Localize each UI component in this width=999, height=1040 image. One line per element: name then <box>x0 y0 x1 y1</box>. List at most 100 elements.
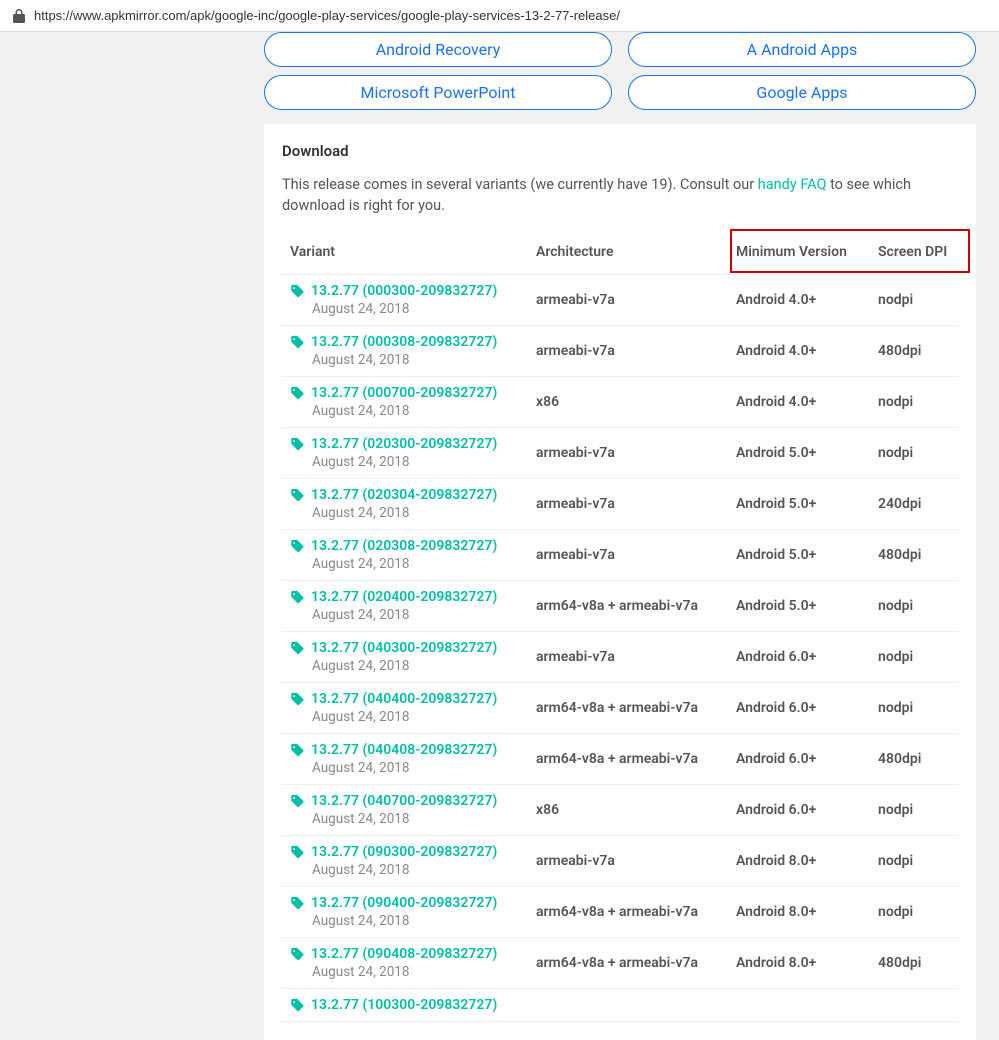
dpi-cell: nodpi <box>878 394 958 410</box>
variant-name[interactable]: 13.2.77 (040300-209832727) <box>311 640 497 656</box>
tag-icon <box>290 386 305 401</box>
table-row: 13.2.77 (040408-209832727)August 24, 201… <box>282 734 958 785</box>
variant-link[interactable]: 13.2.77 (040400-209832727) <box>290 691 536 707</box>
min-version-cell: Android 6.0+ <box>736 700 878 716</box>
min-version-cell: Android 8.0+ <box>736 904 878 920</box>
arch-cell: armeabi-v7a <box>536 496 736 512</box>
dpi-cell: nodpi <box>878 598 958 614</box>
pill-row-2: Microsoft PowerPoint Google Apps <box>264 75 976 110</box>
tag-icon <box>290 794 305 809</box>
table-row: 13.2.77 (090400-209832727) August 24, 201… <box>282 887 958 938</box>
table-row: 13.2.77 (020300-209832727) August 24, 201… <box>282 428 958 479</box>
min-version-cell: Android 5.0+ <box>736 445 878 461</box>
table-row: 13.2.77 (000300-209832727)August 24, 201… <box>282 275 958 326</box>
table-row: 13.2.77 (020304-209832727)August 24, 201… <box>282 479 958 530</box>
arch-cell: arm64-v8a + armeabi-v7a <box>536 598 736 614</box>
tag-icon <box>290 998 305 1013</box>
variant-name[interactable]: 13.2.77 (040700-209832727) <box>311 793 497 809</box>
variant-cell: 13.2.77 (090408-209832727)August 24, 201… <box>282 946 536 980</box>
tag-icon <box>290 947 305 962</box>
min-version-cell: Android 5.0+ <box>736 598 878 614</box>
tag-icon <box>290 743 305 758</box>
variant-name[interactable]: 13.2.77 (000300-209832727) <box>311 283 497 299</box>
tag-icon <box>290 335 305 350</box>
variant-name[interactable]: 13.2.77 (020300-209832727) <box>311 436 497 452</box>
variant-cell: 13.2.77 (040300-209832727)August 24, 201… <box>282 640 536 674</box>
variant-link[interactable]: 13.2.77 (020308-209832727) <box>290 538 536 554</box>
variant-name[interactable]: 13.2.77 (090408-209832727) <box>311 946 497 962</box>
variant-date: August 24, 2018 <box>312 913 536 929</box>
variant-date: August 24, 2018 <box>312 352 536 368</box>
variant-name[interactable]: 13.2.77 (040400-209832727) <box>311 691 497 707</box>
tag-icon <box>290 590 305 605</box>
url-text[interactable]: https://www.apkmirror.com/apk/google-inc… <box>34 8 620 23</box>
th-screen-dpi: Screen DPI <box>878 244 958 260</box>
page-body: Android Recovery A Android Apps Microsof… <box>0 32 999 1040</box>
pill-row-1: Android Recovery A Android Apps <box>264 32 976 67</box>
dpi-cell: 480dpi <box>878 751 958 767</box>
dpi-cell: nodpi <box>878 700 958 716</box>
pill-a-android-apps[interactable]: A Android Apps <box>628 32 976 67</box>
variant-name[interactable]: 13.2.77 (020308-209832727) <box>311 538 497 554</box>
th-variant: Variant <box>282 244 536 260</box>
lock-icon <box>12 9 26 23</box>
min-version-cell: Android 6.0+ <box>736 751 878 767</box>
variant-link[interactable]: 13.2.77 (040300-209832727) <box>290 640 536 656</box>
variant-link[interactable]: 13.2.77 (000300-209832727) <box>290 283 536 299</box>
variant-link[interactable]: 13.2.77 (090400-209832727) <box>290 895 536 911</box>
variant-cell: 13.2.77 (020308-209832727) August 24, 201… <box>282 538 536 572</box>
dpi-cell: nodpi <box>878 292 958 308</box>
variant-name[interactable]: 13.2.77 (040408-209832727) <box>311 742 497 758</box>
pill-google-apps[interactable]: Google Apps <box>628 75 976 110</box>
pill-android-recovery[interactable]: Android Recovery <box>264 32 612 67</box>
variant-date: August 24, 2018 <box>312 709 536 725</box>
tag-icon <box>290 896 305 911</box>
arch-cell: armeabi-v7a <box>536 445 736 461</box>
variant-name[interactable]: 13.2.77 (020304-209832727) <box>311 487 497 503</box>
variant-link[interactable]: 13.2.77 (040700-209832727) <box>290 793 536 809</box>
tag-icon <box>290 539 305 554</box>
variant-cell: 13.2.77 (100300-209832727) <box>282 997 536 1013</box>
variant-name[interactable]: 13.2.77 (090300-209832727) <box>311 844 497 860</box>
min-version-cell: Android 5.0+ <box>736 496 878 512</box>
variant-link[interactable]: 13.2.77 (020300-209832727) <box>290 436 536 452</box>
variant-link[interactable]: 13.2.77 (020304-209832727) <box>290 487 536 503</box>
variant-name[interactable]: 13.2.77 (000700-209832727) <box>311 385 497 401</box>
variant-link[interactable]: 13.2.77 (000700-209832727) <box>290 385 536 401</box>
arch-cell: arm64-v8a + armeabi-v7a <box>536 955 736 971</box>
variant-date: August 24, 2018 <box>312 454 536 470</box>
arch-cell: armeabi-v7a <box>536 547 736 563</box>
card-title: Download <box>282 142 958 160</box>
variant-date: August 24, 2018 <box>312 556 536 572</box>
min-version-cell: Android 6.0+ <box>736 802 878 818</box>
variant-link[interactable]: 13.2.77 (040408-209832727) <box>290 742 536 758</box>
variant-link[interactable]: 13.2.77 (000308-209832727) <box>290 334 536 350</box>
variant-link[interactable]: 13.2.77 (020400-209832727) <box>290 589 536 605</box>
variant-link[interactable]: 13.2.77 (090300-209832727) <box>290 844 536 860</box>
min-version-cell: Android 4.0+ <box>736 343 878 359</box>
dpi-cell: 480dpi <box>878 547 958 563</box>
variant-name[interactable]: 13.2.77 (000308-209832727) <box>311 334 497 350</box>
dpi-cell: nodpi <box>878 802 958 818</box>
arch-cell: arm64-v8a + armeabi-v7a <box>536 904 736 920</box>
dpi-cell: 480dpi <box>878 955 958 971</box>
variant-cell: 13.2.77 (000308-209832727) August 24, 201… <box>282 334 536 368</box>
card-desc: This release comes in several variants (… <box>282 174 958 216</box>
variant-cell: 13.2.77 (040700-209832727) August 24, 201… <box>282 793 536 827</box>
table-row: 13.2.77 (090300-209832727)August 24, 201… <box>282 836 958 887</box>
faq-link[interactable]: handy FAQ <box>758 176 827 193</box>
dpi-cell: 240dpi <box>878 496 958 512</box>
variant-date: August 24, 2018 <box>312 811 536 827</box>
table-row: 13.2.77 (040300-209832727)August 24, 201… <box>282 632 958 683</box>
table-row: 13.2.77 (000700-209832727)August 24, 201… <box>282 377 958 428</box>
pill-microsoft-powerpoint[interactable]: Microsoft PowerPoint <box>264 75 612 110</box>
table-row: 13.2.77 (100300-209832727) <box>282 989 958 1022</box>
arch-cell: armeabi-v7a <box>536 853 736 869</box>
variant-link[interactable]: 13.2.77 (090408-209832727) <box>290 946 536 962</box>
variant-name[interactable]: 13.2.77 (090400-209832727) <box>311 895 497 911</box>
arch-cell: armeabi-v7a <box>536 343 736 359</box>
dpi-cell: 480dpi <box>878 343 958 359</box>
variant-name[interactable]: 13.2.77 (100300-209832727) <box>311 997 497 1013</box>
variant-name[interactable]: 13.2.77 (020400-209832727) <box>311 589 497 605</box>
variant-link[interactable]: 13.2.77 (100300-209832727) <box>290 997 536 1013</box>
